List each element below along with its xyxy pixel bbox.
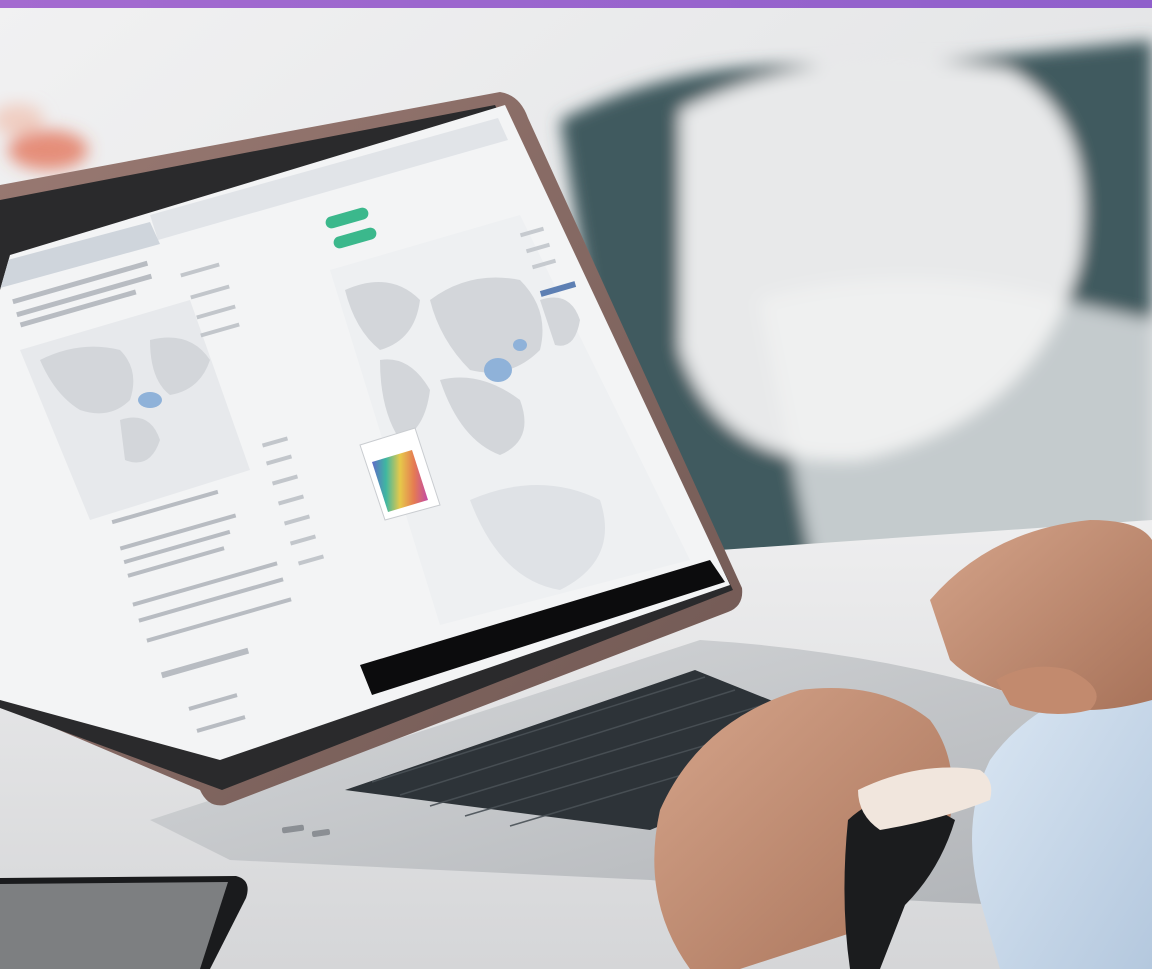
photo-scene	[0, 0, 1152, 969]
phone-icon	[0, 876, 248, 969]
laptop-photo	[0, 0, 1152, 969]
top-accent-band	[0, 0, 1152, 8]
